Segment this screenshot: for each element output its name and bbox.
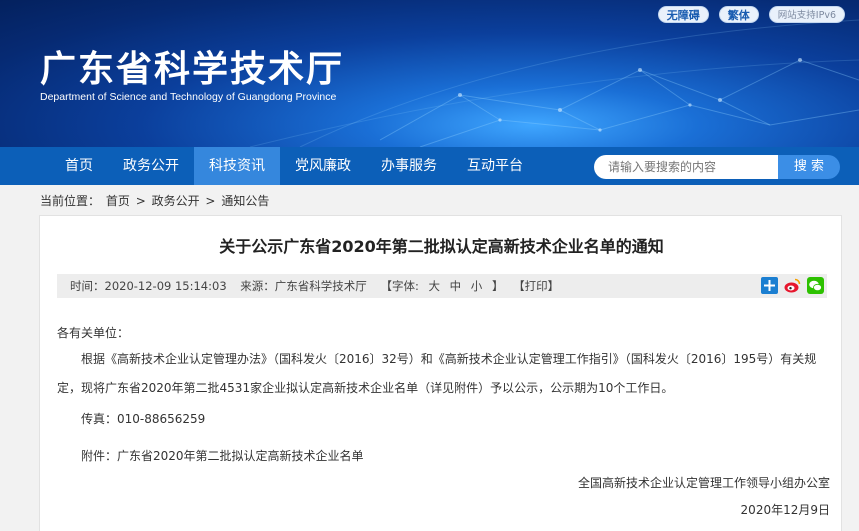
wechat-icon[interactable] bbox=[807, 277, 824, 294]
nav-item-interaction[interactable]: 互动平台 bbox=[452, 147, 538, 185]
article-paragraph: 根据《高新技术企业认定管理办法》（国科发火〔2016〕32号）和《高新技术企业认… bbox=[57, 352, 817, 395]
font-size-large-button[interactable]: 大 bbox=[428, 279, 440, 293]
top-links: 无障碍 繁体 网站支持IPv6 bbox=[657, 6, 845, 23]
breadcrumb-item-government-affairs[interactable]: 政务公开 bbox=[152, 194, 200, 208]
site-subtitle: Department of Science and Technology of … bbox=[40, 91, 337, 103]
article-title: 关于公示广东省2020年第二批拟认定高新技术企业名单的通知 bbox=[219, 237, 664, 256]
nav-item-home[interactable]: 首页 bbox=[50, 147, 108, 185]
nav-item-tech-news[interactable]: 科技资讯 bbox=[194, 147, 280, 185]
breadcrumb-item-notices[interactable]: 通知公告 bbox=[221, 194, 269, 208]
font-size-medium-button[interactable]: 中 bbox=[450, 279, 462, 293]
breadcrumb-prefix: 当前位置： bbox=[40, 194, 101, 208]
share-icons bbox=[761, 277, 824, 294]
nav-item-services[interactable]: 办事服务 bbox=[366, 147, 452, 185]
breadcrumb: 当前位置： 首页 > 政务公开 > 通知公告 bbox=[40, 192, 271, 209]
article-meta-bar: 时间：2020-12-09 15:14:03 来源：广东省科学技术厅 【字体: … bbox=[57, 274, 827, 298]
header-banner: 广东省科学技术厅 Department of Science and Techn… bbox=[0, 0, 859, 147]
breadcrumb-separator: > bbox=[135, 194, 146, 208]
font-size-label: 【字体: bbox=[380, 279, 419, 293]
salutation: 各有关单位： bbox=[57, 326, 130, 340]
article-container: 关于公示广东省2020年第二批拟认定高新技术企业名单的通知 时间：2020-12… bbox=[39, 215, 842, 531]
search-button[interactable]: 搜 索 bbox=[778, 155, 840, 179]
breadcrumb-item-home[interactable]: 首页 bbox=[106, 194, 130, 208]
print-button[interactable]: 【打印】 bbox=[513, 279, 559, 293]
attachment-link[interactable]: 附件：广东省2020年第二批拟认定高新技术企业名单 bbox=[57, 445, 832, 467]
nav-item-integrity[interactable]: 党风廉政 bbox=[280, 147, 366, 185]
accessibility-button[interactable]: 无障碍 bbox=[657, 6, 709, 23]
publish-time: 时间：2020-12-09 15:14:03 bbox=[70, 279, 227, 293]
traditional-chinese-button[interactable]: 繁体 bbox=[718, 6, 759, 23]
signature-organization: 全国高新技术企业认定管理工作领导小组办公室 bbox=[577, 476, 830, 490]
breadcrumb-separator: > bbox=[205, 194, 216, 208]
weibo-icon[interactable] bbox=[784, 277, 801, 294]
add-share-icon[interactable] bbox=[761, 277, 778, 294]
site-title: 广东省科学技术厅 bbox=[40, 49, 345, 90]
ipv6-badge: 网站支持IPv6 bbox=[768, 6, 845, 23]
article-source: 来源：广东省科学技术厅 bbox=[240, 279, 367, 293]
search-input[interactable] bbox=[594, 155, 778, 179]
font-size-label-close: 】 bbox=[491, 279, 504, 293]
signature-date: 2020年12月9日 bbox=[740, 503, 830, 517]
nav-item-government-affairs[interactable]: 政务公开 bbox=[108, 147, 194, 185]
fax-number: 传真：010-88656259 bbox=[81, 412, 206, 426]
font-size-small-button[interactable]: 小 bbox=[471, 279, 483, 293]
